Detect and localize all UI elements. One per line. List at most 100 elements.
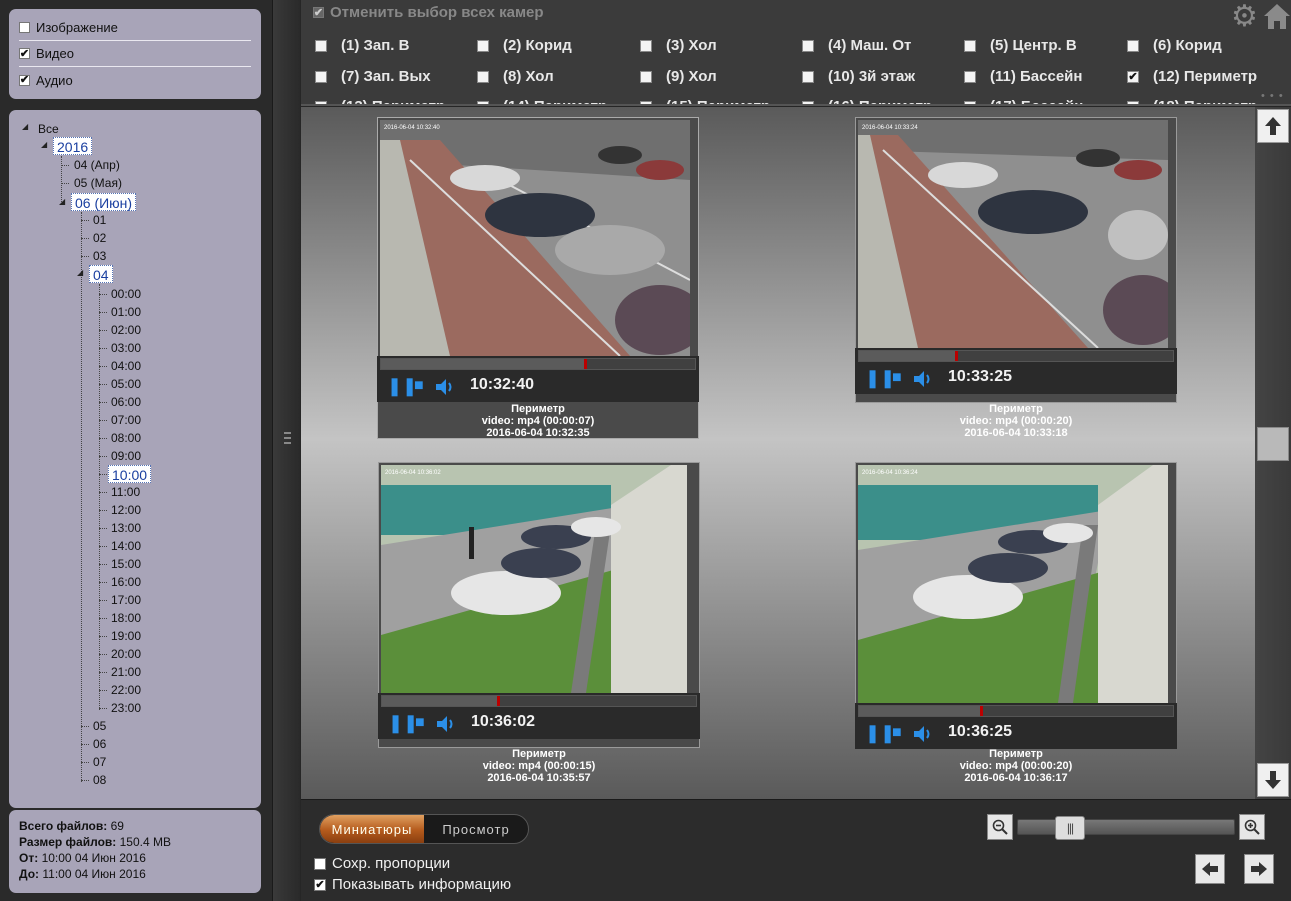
tree-node-day[interactable]: 06 bbox=[93, 735, 106, 753]
progress-bar[interactable] bbox=[858, 705, 1174, 717]
camera-option[interactable]: (11) Бассейн bbox=[964, 68, 1082, 85]
camera-option[interactable]: (6) Корид bbox=[1127, 37, 1222, 54]
tree-node-hour[interactable]: 02:00 bbox=[111, 321, 141, 339]
camera-checkbox[interactable] bbox=[315, 39, 327, 52]
view-button[interactable]: Просмотр bbox=[424, 815, 528, 843]
tree-node-hour[interactable]: 07:00 bbox=[111, 411, 141, 429]
gear-icon[interactable]: ⚙ bbox=[1231, 2, 1261, 32]
tree-node-hour[interactable]: 08:00 bbox=[111, 429, 141, 447]
home-icon[interactable] bbox=[1263, 2, 1291, 30]
tree-node-month-selected[interactable]: 06 (Июн) bbox=[71, 193, 137, 211]
scroll-down-button[interactable] bbox=[1257, 763, 1289, 797]
zoom-slider[interactable]: ||| bbox=[1017, 816, 1235, 840]
tree-node-day[interactable]: 05 bbox=[93, 717, 106, 735]
camera-option[interactable]: (18) Периметр bbox=[1127, 98, 1257, 104]
video-thumbnail[interactable]: 2016-06-04 10:32:40 bbox=[380, 120, 690, 356]
camera-option[interactable]: (13) Периметр bbox=[315, 98, 445, 104]
camera-checkbox[interactable] bbox=[802, 100, 814, 104]
scroll-thumb[interactable] bbox=[1257, 427, 1289, 461]
zoom-slider-thumb[interactable]: ||| bbox=[1055, 816, 1085, 840]
tree-node-hour[interactable]: 19:00 bbox=[111, 627, 141, 645]
tree-node-hour[interactable]: 20:00 bbox=[111, 645, 141, 663]
stop-icon[interactable]: ■ bbox=[414, 376, 424, 396]
tree-node-hour[interactable]: 00:00 bbox=[111, 285, 141, 303]
camera-option[interactable]: (1) Зап. В bbox=[315, 37, 409, 54]
tree-node-hour[interactable]: 13:00 bbox=[111, 519, 141, 537]
camera-checkbox[interactable] bbox=[477, 70, 489, 83]
tree-node-hour[interactable]: 17:00 bbox=[111, 591, 141, 609]
camera-checkbox[interactable] bbox=[477, 39, 489, 52]
tree-node-hour[interactable]: 14:00 bbox=[111, 537, 141, 555]
tree-node-hour[interactable]: 22:00 bbox=[111, 681, 141, 699]
pause-icon[interactable]: ❚❚ bbox=[865, 723, 895, 743]
volume-icon[interactable] bbox=[912, 368, 934, 390]
deselect-all-checkbox[interactable]: ✔ bbox=[313, 7, 324, 18]
volume-icon[interactable] bbox=[435, 713, 457, 735]
pause-icon[interactable]: ❚❚ bbox=[865, 368, 895, 388]
camera-option[interactable]: (3) Хол bbox=[640, 37, 717, 54]
tree-node-hour[interactable]: 15:00 bbox=[111, 555, 141, 573]
splitter-grip-icon[interactable] bbox=[284, 432, 291, 444]
tree-node-hour[interactable]: 06:00 bbox=[111, 393, 141, 411]
camera-checkbox[interactable] bbox=[1127, 100, 1139, 104]
filter-image-checkbox[interactable] bbox=[19, 22, 30, 33]
filter-audio[interactable]: ✔ Аудио bbox=[19, 67, 251, 93]
camera-checkbox[interactable] bbox=[640, 39, 652, 52]
camera-option[interactable]: (17) Бассейн bbox=[964, 98, 1083, 104]
camera-option[interactable]: (2) Корид bbox=[477, 37, 572, 54]
filter-video-checkbox[interactable]: ✔ bbox=[19, 48, 30, 59]
camera-checkbox[interactable] bbox=[640, 70, 652, 83]
show-info-option[interactable]: ✔ Показывать информацию bbox=[314, 876, 511, 893]
deselect-all-cameras[interactable]: ✔ Отменить выбор всех камер bbox=[313, 4, 544, 21]
more-cameras-icon[interactable]: • • • bbox=[1261, 90, 1284, 102]
camera-option[interactable]: (4) Маш. От bbox=[802, 37, 911, 54]
camera-checkbox[interactable] bbox=[477, 100, 489, 104]
tree-node-day[interactable]: 03 bbox=[93, 247, 106, 265]
pause-icon[interactable]: ❚❚ bbox=[388, 713, 418, 733]
zoom-in-button[interactable] bbox=[1239, 814, 1265, 840]
stop-icon[interactable]: ■ bbox=[892, 723, 902, 743]
tree-node-day-selected[interactable]: 04 bbox=[89, 265, 113, 283]
scroll-up-button[interactable] bbox=[1257, 109, 1289, 143]
tree-node-hour[interactable]: 04:00 bbox=[111, 357, 141, 375]
camera-checkbox[interactable] bbox=[802, 39, 814, 52]
camera-checkbox[interactable] bbox=[640, 100, 652, 104]
camera-checkbox[interactable]: ✔ bbox=[1127, 70, 1139, 83]
tree-node-hour[interactable]: 23:00 bbox=[111, 699, 141, 717]
camera-option[interactable]: (16) Периметр bbox=[802, 98, 932, 104]
tree-node-hour-selected[interactable]: 10:00 bbox=[108, 465, 152, 483]
panel-splitter[interactable] bbox=[272, 0, 300, 901]
tree-node-hour[interactable]: 11:00 bbox=[111, 483, 140, 501]
show-info-checkbox[interactable]: ✔ bbox=[314, 878, 326, 891]
progress-head[interactable] bbox=[497, 696, 501, 706]
camera-option[interactable]: (10) 3й этаж bbox=[802, 68, 915, 85]
progress-bar[interactable] bbox=[381, 695, 697, 707]
camera-checkbox[interactable] bbox=[315, 100, 327, 104]
tree-node-month[interactable]: 05 (Мая) bbox=[74, 174, 122, 192]
video-tile[interactable]: 2016-06-04 10:36:02 ❚❚ ■ 10:36:02 Периме… bbox=[378, 462, 700, 784]
camera-checkbox[interactable] bbox=[964, 39, 976, 52]
video-tile[interactable]: 2016-06-04 10:36:24 ❚❚ ■ 10:36:25 Периме… bbox=[855, 462, 1177, 784]
tree-collapse-icon[interactable]: ◢ bbox=[59, 197, 65, 206]
tree-node-day[interactable]: 01 bbox=[93, 211, 106, 229]
pause-icon[interactable]: ❚❚ bbox=[387, 376, 417, 396]
tree-node-hour[interactable]: 05:00 bbox=[111, 375, 141, 393]
camera-option[interactable]: ✔ (12) Периметр bbox=[1127, 68, 1257, 85]
previous-page-button[interactable] bbox=[1195, 854, 1225, 884]
tree-node-hour[interactable]: 12:00 bbox=[111, 501, 141, 519]
camera-option[interactable]: (14) Периметр bbox=[477, 98, 607, 104]
tree-node-hour[interactable]: 21:00 bbox=[111, 663, 141, 681]
progress-head[interactable] bbox=[584, 359, 588, 369]
tree-collapse-icon[interactable]: ◢ bbox=[22, 122, 28, 131]
tree-node-day[interactable]: 07 bbox=[93, 753, 106, 771]
camera-option[interactable]: (8) Хол bbox=[477, 68, 554, 85]
next-page-button[interactable] bbox=[1244, 854, 1274, 884]
stop-icon[interactable]: ■ bbox=[892, 368, 902, 388]
camera-option[interactable]: (15) Периметр bbox=[640, 98, 770, 104]
zoom-out-button[interactable] bbox=[987, 814, 1013, 840]
camera-option[interactable]: (9) Хол bbox=[640, 68, 717, 85]
video-thumbnail[interactable]: 2016-06-04 10:36:02 bbox=[381, 465, 687, 693]
video-thumbnail[interactable]: 2016-06-04 10:33:24 bbox=[858, 120, 1168, 348]
progress-head[interactable] bbox=[980, 706, 984, 716]
progress-head[interactable] bbox=[955, 351, 959, 361]
